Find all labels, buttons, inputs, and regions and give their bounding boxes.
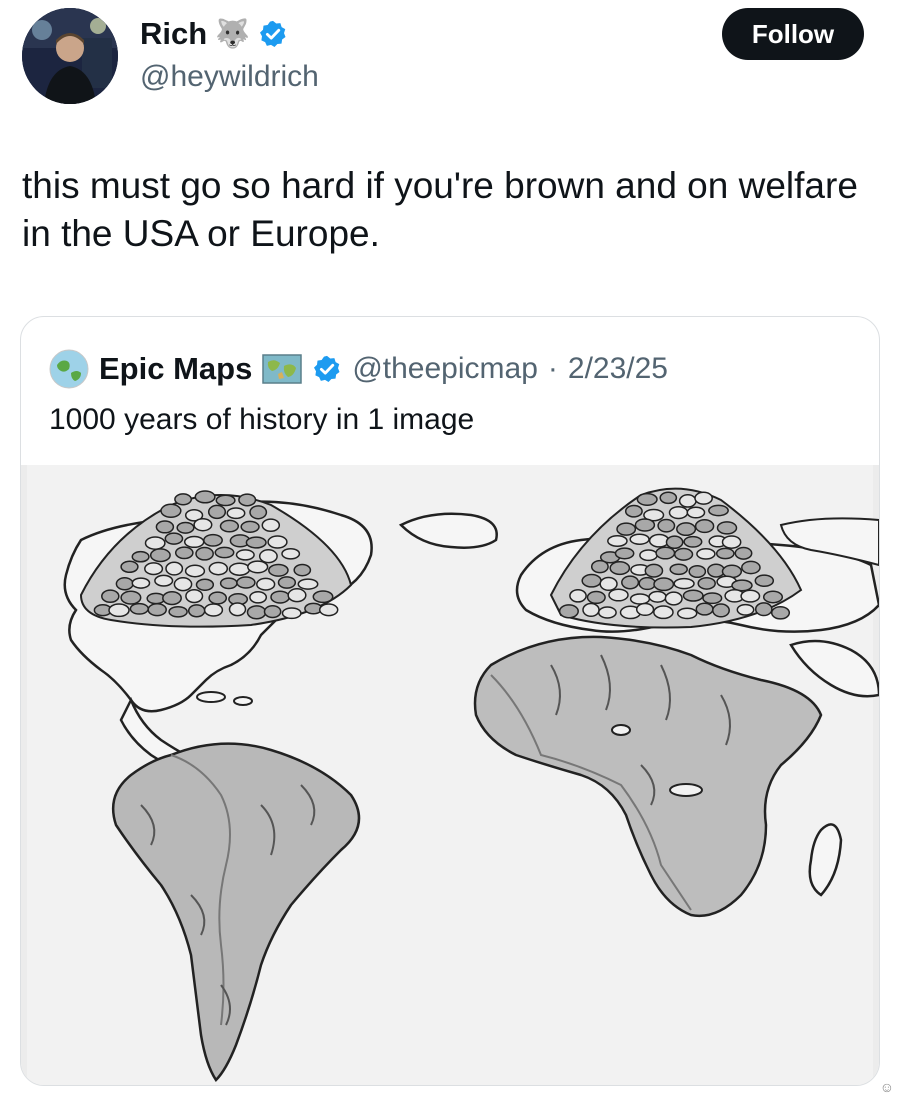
follow-button[interactable]: Follow bbox=[722, 8, 864, 60]
verified-icon bbox=[312, 354, 342, 384]
quote-image[interactable] bbox=[21, 465, 879, 1085]
tweet-header: Rich 🐺 @heywildrich Follow bbox=[22, 8, 872, 108]
quote-text: 1000 years of history in 1 image bbox=[49, 403, 475, 436]
quote-author-handle[interactable]: @theepicmap bbox=[352, 352, 538, 386]
quoted-tweet-card[interactable]: Epic Maps @theepicmap · 2/23/25 1000 yea… bbox=[20, 316, 880, 1086]
author-name[interactable]: Rich bbox=[140, 16, 207, 52]
verified-icon bbox=[258, 19, 288, 49]
separator-dot: · bbox=[547, 352, 558, 385]
author-handle[interactable]: @heywildrich bbox=[140, 60, 319, 94]
wolf-icon: 🐺 bbox=[215, 18, 251, 49]
tweet-text: this must go so hard if you're brown and… bbox=[22, 165, 858, 254]
quote-header: Epic Maps @theepicmap · 2/23/25 bbox=[49, 347, 668, 391]
quote-date[interactable]: 2/23/25 bbox=[568, 352, 668, 386]
quote-avatar[interactable] bbox=[49, 349, 89, 389]
avatar[interactable] bbox=[22, 8, 118, 104]
corner-mark-icon: ☺ bbox=[879, 1079, 894, 1095]
author-name-row: Rich 🐺 bbox=[140, 14, 288, 54]
map-icon bbox=[262, 354, 303, 384]
quote-author-name[interactable]: Epic Maps bbox=[99, 351, 252, 387]
